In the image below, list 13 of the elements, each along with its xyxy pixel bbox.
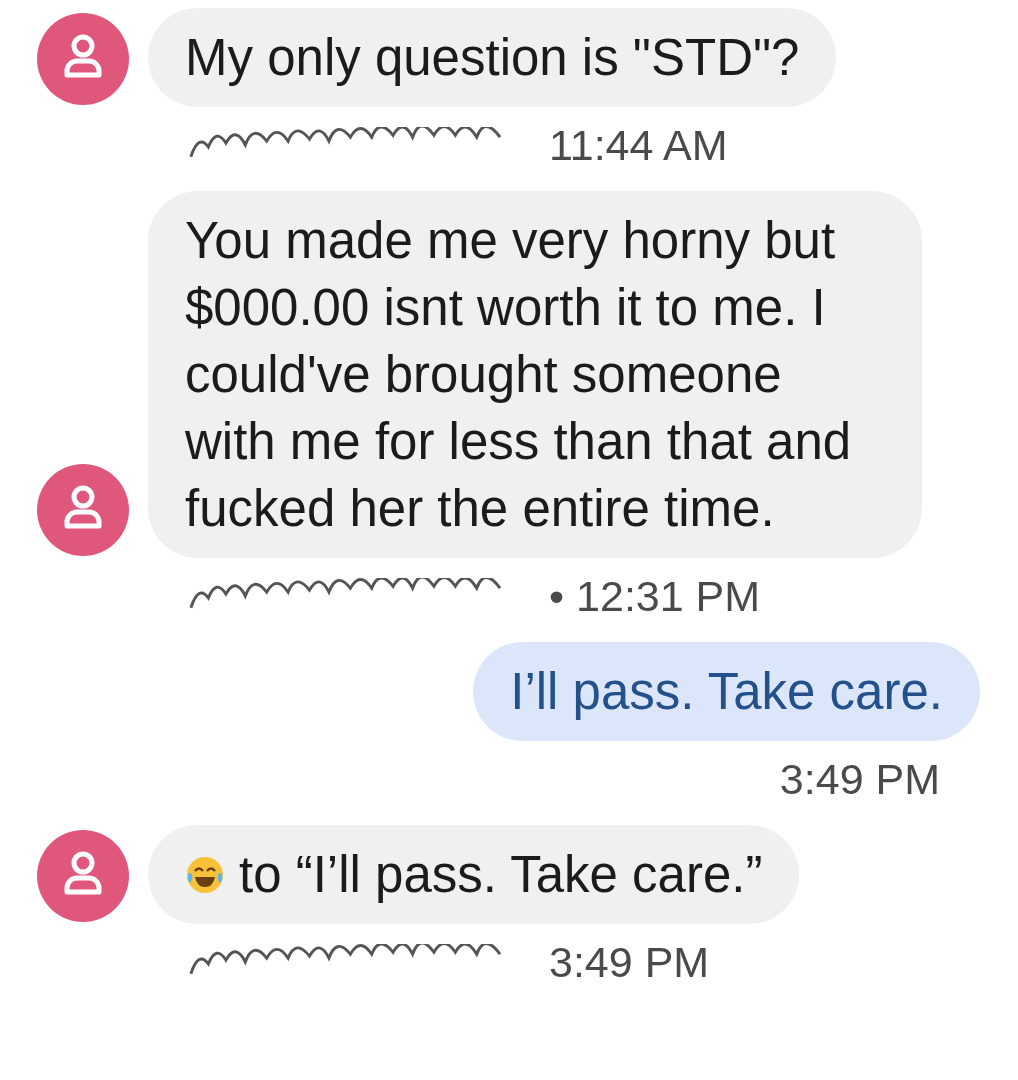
contact-avatar-icon [37,13,129,105]
separator-dot: • [549,571,565,621]
message-text: I’ll pass. Take care. [510,662,943,722]
message-text: My only question is "STD"? [185,28,800,88]
contact-avatar-icon [37,464,129,556]
contact-avatar-icon [37,830,129,922]
message-text: to “I’ll pass. Take care.” [239,845,763,905]
message-time: 3:49 PM [779,754,940,804]
message-time: 12:31 PM [576,571,761,621]
message-time: 3:49 PM [549,937,710,987]
laughing-emoji-icon [185,854,225,895]
message-time: 11:44 AM [549,120,728,170]
message-text: You made me very horny but $000.00 isnt worth it to me. I could've brought someone with me for less than that and fucked her the entire time. [185,211,853,539]
